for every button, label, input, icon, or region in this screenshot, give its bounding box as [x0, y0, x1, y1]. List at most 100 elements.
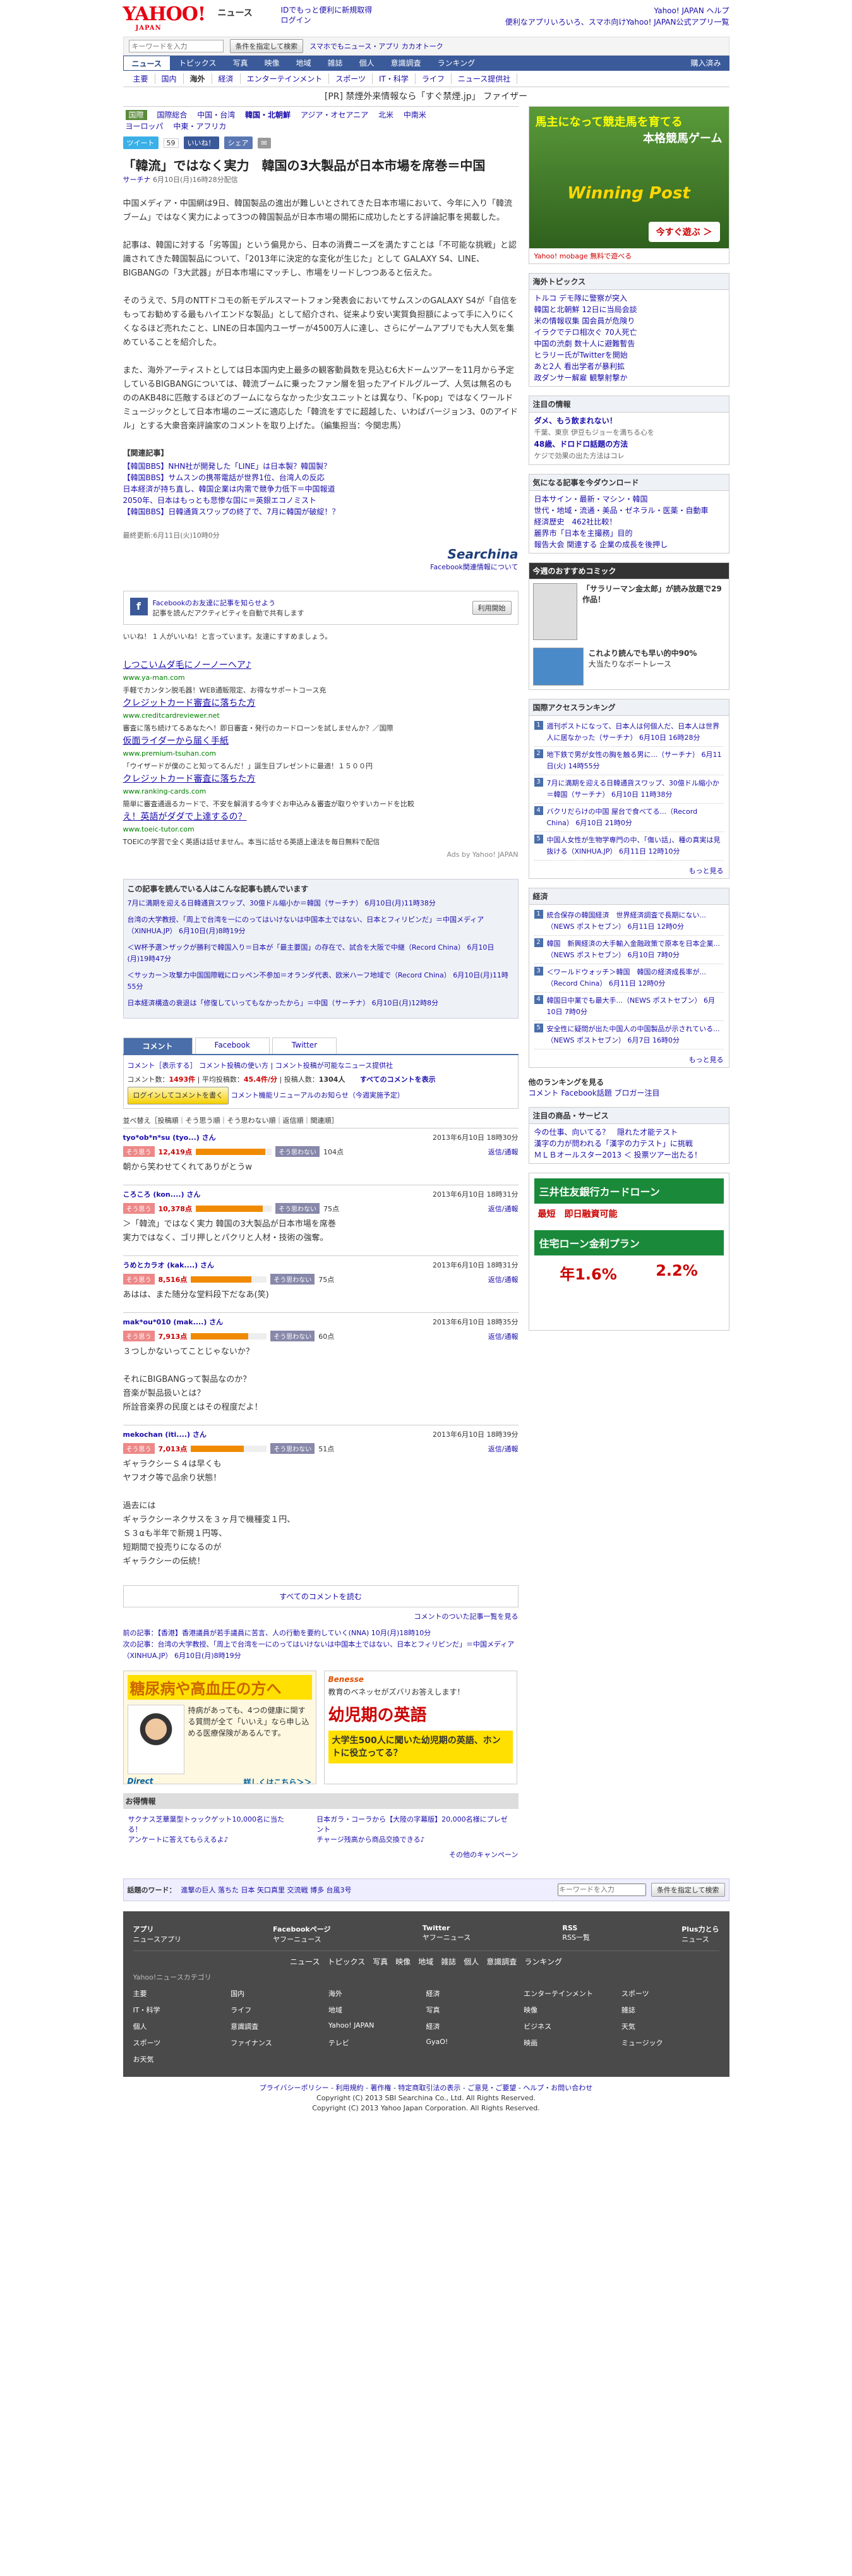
footer-rss-link[interactable]: RSS RSS一覧: [562, 1924, 590, 1944]
download-link[interactable]: 世代・地域・流通・美品・ゼネラル・医薬・自動車: [534, 505, 724, 516]
footer-nav-item[interactable]: トピックス: [327, 1957, 365, 1966]
reply-report-link[interactable]: 返信/通報: [488, 1147, 519, 1157]
footer-category-link[interactable]: 雑誌: [621, 2005, 719, 2015]
download-link[interactable]: 日本サイン・最新・マシン・韓国: [534, 493, 724, 505]
bottom-search-input[interactable]: [557, 1884, 646, 1896]
game-ad[interactable]: 馬主になって競走馬を育てる 本格競馬ゲーム Winning Post 今すぐ遊ぶ…: [528, 106, 729, 264]
readers-link[interactable]: 台湾の大学教授、「周上で台湾を一にのってはいけないは中国本土ではない、日本とフィ…: [128, 914, 514, 937]
footer-nav-item[interactable]: 映像: [395, 1957, 411, 1966]
ranking-item[interactable]: 5 中国人女性が生物学専門の中、「傷い話」、種の真実は見抜ける（XINHUA.JP…: [534, 832, 724, 861]
footer-category-link[interactable]: IT・科学: [133, 2005, 231, 2015]
footer-category-link[interactable]: お天気: [133, 2054, 231, 2064]
subnav-entertainment[interactable]: エンターテインメント: [241, 73, 330, 84]
yahoo-logo[interactable]: YAHOO! JAPAN: [123, 4, 207, 32]
economy-item[interactable]: 2 韓国 新興経済の大手輸入金融政策で原本を日本企業...（NEWS ポストセブン…: [534, 936, 724, 964]
footer-category-link[interactable]: 海外: [328, 1988, 426, 1999]
bottom-links[interactable]: プライバシーポリシー - 利用規約 - 著作権 - 特定商取引法の表示 - ご意…: [129, 2083, 723, 2093]
nav-video[interactable]: 映像: [256, 56, 288, 71]
readers-link[interactable]: ＜W杯予選＞ザックが勝利で韓国入り＝日本が「最主要国」の存在で、試合を大阪で中継…: [128, 942, 514, 965]
searchina-logo[interactable]: Searchina: [123, 547, 518, 562]
footer-category-link[interactable]: 地域: [328, 2005, 426, 2015]
notice-link[interactable]: 48歳、ドロドロ話題の方法 ケジで効果の出た方法はコレ: [534, 438, 724, 462]
topic-link[interactable]: あと2人 看出学者が暴利拡: [534, 361, 724, 372]
subnav-it[interactable]: IT・科学: [373, 73, 416, 84]
cat-intl-general[interactable]: 国際総合: [157, 111, 187, 119]
nav-survey[interactable]: 意識調査: [383, 56, 429, 71]
topic-link[interactable]: 韓国と北朝鮮 12日に当局会談: [534, 304, 724, 315]
footer-category-link[interactable]: ビジネス: [524, 2021, 621, 2031]
footer-category-link[interactable]: ミュージック: [621, 2038, 719, 2048]
footer-nav-item[interactable]: 地域: [418, 1957, 433, 1966]
service-link[interactable]: ＭＬＢオールスター2013 ＜ 投票ツアー出たる！: [534, 1149, 724, 1161]
cat-mideast[interactable]: 中東・アフリカ: [173, 122, 226, 131]
read-all-comments-button[interactable]: すべてのコメントを読む: [123, 1585, 519, 1607]
login-comment-button[interactable]: ログインしてコメントを書く: [127, 1087, 229, 1104]
comment-author[interactable]: mekochan (iti....) さん: [123, 1429, 207, 1439]
deal-item[interactable]: サクナス芝華葉型トゥックゲット10,000名に当たる！ アンケートに答えてもらえる…: [128, 1814, 292, 1844]
related-link[interactable]: 【韓国BBS】NHN社が開発した「LINE」は日本製？韓国製？: [123, 461, 519, 472]
tab-facebook[interactable]: Facebook: [195, 1037, 270, 1054]
all-comments-link[interactable]: すべてのコメントを表示: [360, 1075, 436, 1084]
search-button[interactable]: 条件を指定して検索: [229, 39, 304, 53]
footer-category-link[interactable]: 写真: [426, 2005, 524, 2015]
footer-twitter-link[interactable]: Twitter ヤフーニュース: [423, 1924, 471, 1944]
service-link[interactable]: 今の仕事、向いてる？ 隠れた才能テスト: [534, 1127, 724, 1138]
economy-item[interactable]: 1 統合保存の韓国経済 世界経済調査で長期にない...（NEWS ポストセブン） …: [534, 907, 724, 936]
other-campaigns-link[interactable]: その他のキャンペーン: [123, 1849, 518, 1859]
topic-link[interactable]: イラクでテロ相次ぐ 70人死亡: [534, 327, 724, 338]
economy-item[interactable]: 3 ＜ワールドウォッチ＞韓国 韓国の経済成長率が...（Record China）…: [534, 964, 724, 993]
agree-button[interactable]: そう思う: [123, 1331, 155, 1341]
subnav-economy[interactable]: 経済: [212, 73, 241, 84]
cat-korea[interactable]: 韓国・北朝鮮: [245, 111, 291, 119]
comic-link[interactable]: 「サラリーマン金太郎」が読み放題で29作品！: [582, 583, 724, 640]
disagree-button[interactable]: そう思わない: [270, 1331, 315, 1341]
footer-category-link[interactable]: 主要: [133, 1988, 231, 1999]
subnav-domestic[interactable]: 国内: [155, 73, 184, 84]
ads-by[interactable]: Ads by Yahoo! JAPAN: [123, 850, 518, 860]
readers-link[interactable]: 7月に満期を迎える日韓通貨スワップ、30億ドル縮小か＝韓国（サーチナ） 6月10…: [128, 898, 514, 909]
disagree-button[interactable]: そう思わない: [275, 1203, 320, 1214]
reply-report-link[interactable]: 返信/通報: [488, 1204, 519, 1214]
readers-link[interactable]: 日本経済構造の衰退は「修復していってもなかったから」＝中国（サーチナ） 6月10…: [128, 998, 514, 1009]
footer-category-link[interactable]: 経済: [426, 1988, 524, 1999]
footer-category-link[interactable]: 映像: [524, 2005, 621, 2015]
subnav-life[interactable]: ライフ: [416, 73, 452, 84]
footer-category-link[interactable]: 映画: [524, 2038, 621, 2048]
agree-button[interactable]: そう思う: [123, 1203, 155, 1214]
commented-articles-link[interactable]: コメントのついた記事一覧を見る: [123, 1611, 519, 1621]
fb-like-button[interactable]: いいね！: [183, 136, 219, 149]
nav-ranking[interactable]: ランキング: [429, 56, 484, 71]
footer-category-link[interactable]: 意識調査: [231, 2021, 328, 2031]
footer-nav-item[interactable]: 写真: [373, 1957, 388, 1966]
subnav-sports[interactable]: スポーツ: [329, 73, 373, 84]
disagree-button[interactable]: そう思わない: [275, 1146, 320, 1157]
ad-item[interactable]: 仮面ライダーから届く手紙 www.premium-tsuhan.com 「ウイザード…: [123, 736, 519, 771]
nav-individual[interactable]: 個人: [351, 56, 383, 71]
footer-nav-item[interactable]: 意識調査: [486, 1957, 517, 1966]
pr-banner[interactable]: [PR] 禁煙外来情報なら「すぐ禁煙.jp」 ファイザー: [123, 87, 729, 106]
cat-namerica[interactable]: 北米: [378, 111, 393, 119]
topic-link[interactable]: 中国の渋劇 数十人に避難暫告: [534, 338, 724, 349]
topic-link[interactable]: ヒラリー氏がTwitterを開始: [534, 349, 724, 361]
download-link[interactable]: 麗界市「日本を主撮務」目的: [534, 528, 724, 539]
related-link[interactable]: 2050年、日本はもっとも悲惨な国に＝英銀エコノミスト: [123, 495, 519, 506]
download-link[interactable]: 報告大会 関連する 企業の成長を後押し: [534, 539, 724, 550]
subnav-world[interactable]: 海外: [184, 73, 212, 84]
economy-more-link[interactable]: もっと見る: [529, 1052, 729, 1067]
cat-europe[interactable]: ヨーロッパ: [126, 122, 164, 131]
footer-category-link[interactable]: エンターテインメント: [524, 1988, 621, 1999]
fb-info-link[interactable]: Facebook関連情報について: [123, 562, 518, 572]
related-link[interactable]: 【韓国BBS】サムスンの携帯電話が世界1位、台湾人の反応: [123, 472, 519, 483]
boat-link[interactable]: これより読んでも早い的中90% 大当たりなボートレース: [589, 648, 697, 686]
disagree-button[interactable]: そう思わない: [270, 1443, 315, 1454]
reply-report-link[interactable]: 返信/通報: [488, 1444, 519, 1454]
comment-show-link[interactable]: コメント［表示する］: [128, 1061, 197, 1070]
nav-photo[interactable]: 写真: [225, 56, 256, 71]
subnav-main[interactable]: 主要: [127, 73, 155, 84]
comment-author[interactable]: mak*ou*010 (mak....) さん: [123, 1317, 224, 1327]
footer-category-link[interactable]: ファイナンス: [231, 2038, 328, 2048]
topic-link[interactable]: 米の情報収集 国会員が危険り: [534, 315, 724, 327]
reply-report-link[interactable]: 返信/通報: [488, 1274, 519, 1285]
nav-news[interactable]: ニュース: [123, 56, 171, 71]
footer-plus-link[interactable]: Plus力とら ニュース: [681, 1924, 719, 1944]
